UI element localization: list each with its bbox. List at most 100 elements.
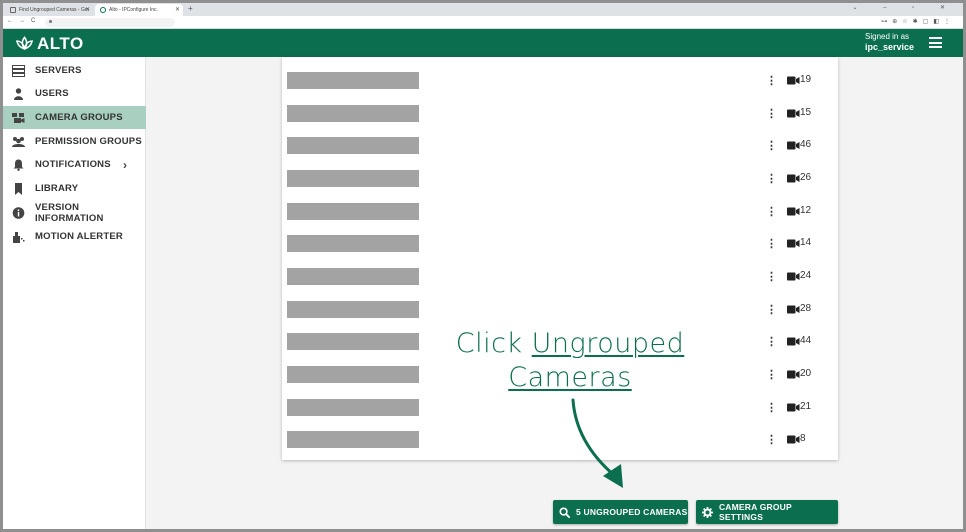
redacted-group-name bbox=[287, 431, 419, 448]
sidebar-item-camera-groups[interactable]: CAMERA GROUPS bbox=[3, 106, 146, 129]
browser-tab[interactable]: Find Ungrouped Cameras - Gm ✕ bbox=[5, 4, 93, 16]
sidebar-item-label: CAMERA GROUPS bbox=[35, 112, 123, 123]
camera-count: 8 bbox=[800, 433, 806, 444]
video-camera-icon bbox=[787, 174, 800, 183]
video-camera-icon bbox=[787, 435, 800, 444]
camera-count: 26 bbox=[800, 172, 812, 183]
button-label: 5 UNGROUPED CAMERAS bbox=[576, 507, 688, 517]
sidebar-item-motion-alerter[interactable]: MOTION ALERTER bbox=[3, 225, 146, 248]
close-tab-icon[interactable]: ✕ bbox=[175, 6, 180, 13]
sidebar: SERVERS USERS CAMERA GROUPS PERMISSION G… bbox=[3, 57, 146, 529]
camera-group-row[interactable]: ⋮ 15 bbox=[282, 100, 838, 132]
chevron-right-icon[interactable]: › bbox=[123, 158, 127, 172]
sidebar-item-users[interactable]: USERS bbox=[3, 82, 146, 105]
sidebar-item-label: LIBRARY bbox=[35, 183, 79, 194]
tutorial-callout: Click Ungrouped Cameras bbox=[452, 327, 688, 395]
sidebar-item-label: USERS bbox=[35, 88, 69, 99]
sidebar-item-label: NOTIFICATIONS bbox=[35, 159, 111, 170]
redacted-group-name bbox=[287, 301, 419, 318]
alto-logo[interactable]: ALTO bbox=[15, 34, 84, 54]
camera-group-row[interactable]: ⋮ 19 bbox=[282, 67, 838, 99]
camera-group-row[interactable]: ⋮ 26 bbox=[282, 165, 838, 197]
redacted-group-name bbox=[287, 137, 419, 154]
callout-link-text: Ungrouped bbox=[531, 328, 685, 359]
bell-icon bbox=[13, 159, 24, 171]
video-camera-icon bbox=[787, 141, 800, 150]
more-options-icon[interactable]: ⋮ bbox=[766, 172, 777, 185]
ungrouped-cameras-button[interactable]: 5 UNGROUPED CAMERAS bbox=[553, 500, 688, 524]
sidebar-item-permission-groups[interactable]: PERMISSION GROUPS bbox=[3, 130, 146, 153]
camera-group-row[interactable]: ⋮ 24 bbox=[282, 263, 838, 295]
lotus-icon bbox=[15, 36, 34, 51]
username: ipc_service bbox=[865, 42, 915, 52]
sidebar-item-version-information[interactable]: VERSION INFORMATION bbox=[3, 201, 146, 224]
browser-window: Find Ungrouped Cameras - Gm ✕ Alto - IPC… bbox=[3, 3, 963, 529]
camera-count: 15 bbox=[800, 107, 812, 118]
camera-count: 19 bbox=[800, 74, 812, 85]
more-options-icon[interactable]: ⋮ bbox=[766, 270, 777, 283]
camera-count: 44 bbox=[800, 335, 812, 346]
logo-text: ALTO bbox=[37, 34, 84, 53]
camera-group-row[interactable]: ⋮ 28 bbox=[282, 296, 838, 328]
camera-group-row[interactable]: ⋮ 21 bbox=[282, 394, 838, 426]
new-tab-icon[interactable]: + bbox=[188, 4, 193, 13]
video-camera-icon bbox=[787, 207, 800, 216]
sidebar-item-notifications[interactable]: NOTIFICATIONS › bbox=[3, 153, 146, 176]
more-options-icon[interactable]: ⋮ bbox=[766, 401, 777, 414]
video-camera-icon bbox=[787, 239, 800, 248]
camera-count: 24 bbox=[800, 270, 812, 281]
camera-count: 20 bbox=[800, 368, 812, 379]
people-icon bbox=[12, 136, 25, 147]
video-camera-icon bbox=[787, 305, 800, 314]
more-options-icon[interactable]: ⋮ bbox=[766, 237, 777, 250]
sidebar-item-library[interactable]: LIBRARY bbox=[3, 177, 146, 200]
redacted-group-name bbox=[287, 235, 419, 252]
url-field[interactable] bbox=[45, 18, 175, 27]
motion-icon bbox=[13, 231, 25, 243]
camera-group-row[interactable]: ⋮ 8 bbox=[282, 426, 838, 458]
extension-icons[interactable]: ⊶⊕☆✱▢◧⋮ bbox=[881, 18, 955, 25]
more-options-icon[interactable]: ⋮ bbox=[766, 433, 777, 446]
browser-tab-active[interactable]: Alto - IPConfigure Inc. ✕ bbox=[95, 4, 183, 16]
tab-title: Find Ungrouped Cameras - Gm bbox=[19, 7, 90, 13]
sidebar-item-label: SERVERS bbox=[35, 65, 82, 76]
video-camera-icon bbox=[787, 337, 800, 346]
sidebar-item-label: VERSION INFORMATION bbox=[35, 201, 104, 224]
lock-icon bbox=[49, 20, 52, 23]
video-camera-icon bbox=[787, 403, 800, 412]
camera-group-row[interactable]: ⋮ 14 bbox=[282, 230, 838, 262]
camera-group-row[interactable]: ⋮ 12 bbox=[282, 198, 838, 230]
hamburger-menu-icon[interactable] bbox=[929, 37, 942, 48]
video-camera-icon bbox=[787, 272, 800, 281]
redacted-group-name bbox=[287, 203, 419, 220]
button-label: CAMERA GROUP SETTINGS bbox=[718, 502, 792, 522]
more-options-icon[interactable]: ⋮ bbox=[766, 303, 777, 316]
redacted-group-name bbox=[287, 333, 419, 350]
more-options-icon[interactable]: ⋮ bbox=[766, 107, 777, 120]
more-options-icon[interactable]: ⋮ bbox=[766, 139, 777, 152]
window-controls[interactable]: ⌄ – ▫ ✕ bbox=[852, 4, 957, 11]
alto-favicon-icon bbox=[100, 7, 106, 13]
more-options-icon[interactable]: ⋮ bbox=[766, 205, 777, 218]
camera-count: 12 bbox=[800, 205, 812, 216]
gear-icon bbox=[702, 506, 713, 518]
video-camera-icon bbox=[787, 370, 800, 379]
video-camera-icon bbox=[787, 76, 800, 85]
signed-in-info: Signed in as ipc_service bbox=[865, 32, 914, 52]
camera-group-row[interactable]: ⋮ 46 bbox=[282, 132, 838, 164]
bookmark-icon bbox=[15, 182, 22, 195]
signed-in-label: Signed in as bbox=[865, 32, 910, 41]
more-options-icon[interactable]: ⋮ bbox=[766, 368, 777, 381]
nav-buttons[interactable]: ←→C bbox=[7, 18, 41, 24]
user-icon bbox=[14, 87, 23, 100]
address-bar: ←→C ⊶⊕☆✱▢◧⋮ bbox=[3, 16, 963, 29]
more-options-icon[interactable]: ⋮ bbox=[766, 335, 777, 348]
servers-icon bbox=[12, 64, 25, 77]
tab-title: Alto - IPConfigure Inc. bbox=[109, 7, 158, 13]
close-tab-icon[interactable]: ✕ bbox=[85, 6, 90, 13]
browser-tab-strip: Find Ungrouped Cameras - Gm ✕ Alto - IPC… bbox=[3, 3, 963, 16]
more-options-icon[interactable]: ⋮ bbox=[766, 74, 777, 87]
camera-group-settings-button[interactable]: CAMERA GROUP SETTINGS bbox=[696, 500, 838, 524]
camera-count: 46 bbox=[800, 139, 812, 150]
sidebar-item-servers[interactable]: SERVERS bbox=[3, 59, 146, 82]
